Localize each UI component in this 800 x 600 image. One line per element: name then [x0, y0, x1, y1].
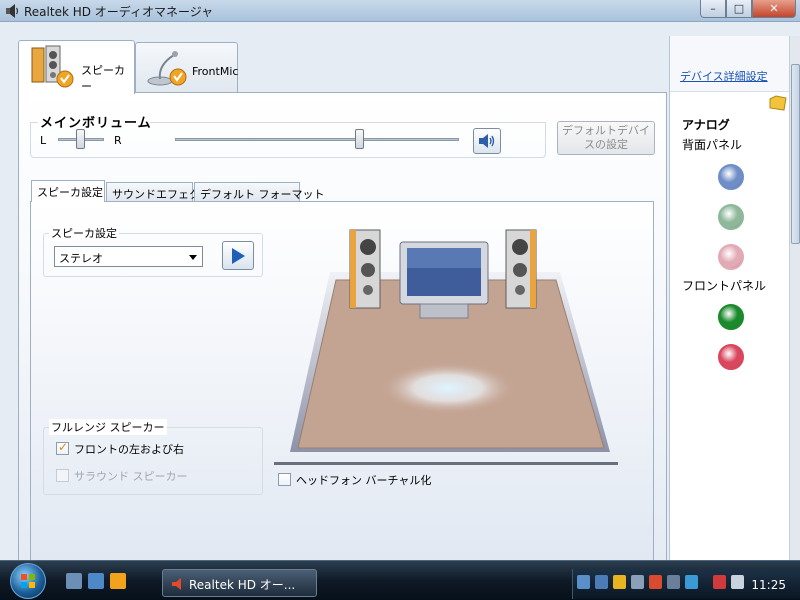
full-range-group	[43, 427, 263, 495]
balance-right-label: R	[114, 134, 122, 147]
headphone-virtualization-label: ヘッドフォン バーチャル化	[296, 474, 432, 487]
clock: 11:25	[751, 578, 786, 592]
front-lr-checkbox[interactable]	[56, 440, 69, 455]
headphone-virtualization-checkbox[interactable]	[278, 473, 291, 486]
realtek-app-icon	[6, 4, 19, 18]
rear-pink-jack[interactable]	[718, 244, 744, 270]
speaker-config-title: スピーカ設定	[49, 225, 119, 241]
rear-green-jack[interactable]	[718, 204, 744, 230]
analog-title: アナログ	[682, 118, 730, 132]
advanced-device-settings-link[interactable]: デバイス詳細設定	[680, 68, 768, 84]
play-test-button[interactable]	[222, 241, 254, 270]
microphone-device-icon	[147, 51, 187, 86]
system-tray: 11:25	[572, 569, 800, 599]
rear-panel-label: 背面パネル	[682, 138, 743, 152]
taskbar: Realtek HD オー... 11:25	[0, 560, 800, 600]
chevron-down-icon	[189, 255, 197, 260]
main-window: スピーカー FrontMic メインボリューム L R デフォルトデバイスの設定…	[0, 22, 800, 563]
front-red-jack[interactable]	[718, 344, 744, 370]
folder-icon[interactable]	[768, 94, 788, 112]
close-button[interactable]: ✕	[752, 0, 796, 18]
balance-slider-thumb[interactable]	[76, 129, 85, 149]
front-green-jack[interactable]	[718, 304, 744, 330]
scrollbar-thumb[interactable]	[791, 64, 800, 244]
tab-speaker-label: スピーカー	[81, 64, 125, 93]
speaker-task-icon	[172, 578, 181, 590]
start-button[interactable]	[10, 563, 46, 599]
speaker-room-illustration	[274, 229, 618, 465]
taskbar-realtek-label: Realtek HD オー...	[189, 578, 296, 592]
front-lr-label: フロントの左および右	[74, 443, 184, 456]
media-player-icon[interactable]	[110, 573, 126, 589]
taskbar-realtek-button[interactable]: Realtek HD オー...	[162, 569, 317, 597]
full-range-title: フルレンジ スピーカー	[49, 419, 167, 435]
speaker-config-select[interactable]: ステレオ	[54, 246, 203, 267]
set-default-device-button[interactable]: デフォルトデバイスの設定	[557, 121, 655, 155]
play-icon	[232, 247, 245, 264]
mute-button[interactable]	[473, 128, 501, 154]
tab-sound-effects[interactable]: サウンドエフェクト	[106, 182, 211, 202]
realtek-tray-icon[interactable]	[649, 575, 662, 589]
network-status-icon[interactable]	[713, 575, 726, 589]
tab-frontmic[interactable]: FrontMic	[135, 42, 238, 95]
volume-slider-track[interactable]	[175, 138, 459, 141]
volume-icon[interactable]	[731, 575, 744, 589]
main-volume-title: メインボリューム	[40, 116, 152, 131]
switch-windows-icon[interactable]	[88, 573, 104, 589]
vertical-scrollbar[interactable]	[789, 36, 800, 562]
speaker-volume-icon	[479, 134, 495, 148]
tab-speaker[interactable]: スピーカー	[18, 40, 135, 94]
maximize-button[interactable]: □	[726, 0, 752, 18]
tab-default-format[interactable]: デフォルト フォーマット	[194, 182, 325, 202]
connector-panel: デバイス詳細設定 アナログ 背面パネル フロントパネル	[669, 36, 790, 562]
security-shield-icon[interactable]	[613, 575, 626, 589]
title-bar: Realtek HD オーディオマネージャ – □ ✕	[0, 0, 800, 22]
volume-slider-thumb[interactable]	[354, 129, 364, 149]
surround-checkbox[interactable]	[56, 469, 69, 482]
balance-left-label: L	[40, 134, 47, 147]
rear-blue-jack[interactable]	[718, 164, 744, 190]
tab-frontmic-label: FrontMic	[192, 65, 239, 78]
speaker-device-icon	[31, 45, 74, 88]
usb-icon[interactable]	[631, 575, 644, 589]
show-desktop-icon[interactable]	[66, 573, 82, 589]
windows-logo-icon	[21, 574, 35, 588]
display-icon[interactable]	[595, 575, 608, 589]
speaker-config-value: ステレオ	[59, 252, 103, 265]
network-icon[interactable]	[577, 575, 590, 589]
battery-icon[interactable]	[667, 575, 680, 589]
surround-label: サラウンド スピーカー	[74, 470, 188, 483]
bluetooth-icon[interactable]	[685, 575, 698, 589]
front-panel-label: フロントパネル	[682, 279, 767, 293]
minimize-button[interactable]: –	[700, 0, 726, 18]
tab-speaker-settings[interactable]: スピーカ設定	[31, 180, 105, 202]
window-title: Realtek HD オーディオマネージャ	[24, 5, 214, 19]
